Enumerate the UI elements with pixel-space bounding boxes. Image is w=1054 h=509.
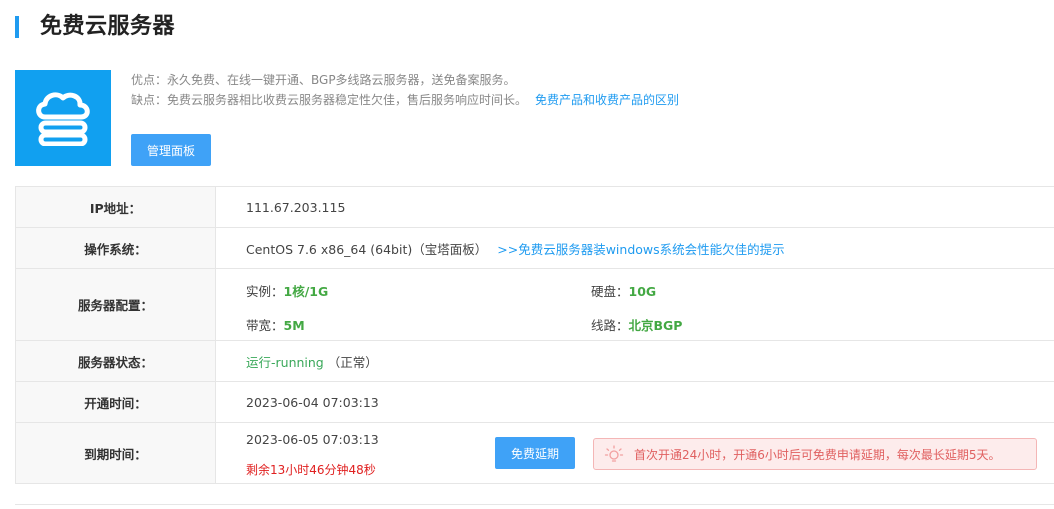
- os-label: 操作系统：: [15, 227, 216, 269]
- section-divider: [15, 504, 1054, 509]
- instance-value: 1核/1G: [283, 284, 329, 299]
- disk-spec: 硬盘：10G: [591, 281, 656, 300]
- manage-panel-button[interactable]: 管理面板: [131, 134, 211, 166]
- cons-text: 缺点：免费云服务器相比收费云服务器稳定性欠佳，售后服务响应时间长。 免费产品和收费…: [131, 92, 679, 108]
- expire-time-value: 2023-06-05 07:03:13: [246, 432, 379, 447]
- os-value: CentOS 7.6 x86_64 (64bit)（宝塔面板）: [246, 241, 488, 257]
- cloud-server-icon: [15, 70, 111, 166]
- config-label: 服务器配置：: [15, 268, 216, 341]
- remaining-time: 剩余13小时46分钟48秒: [246, 463, 376, 477]
- config-cell: 实例：1核/1G 硬盘：10G 带宽：5M 线路：北京BGP: [215, 268, 1054, 341]
- status-value: 运行-running: [246, 354, 324, 370]
- title-accent-bar: [15, 16, 19, 38]
- compare-products-link[interactable]: 免费产品和收费产品的区别: [535, 93, 679, 107]
- extend-tip-text: 首次开通24小时，开通6小时后可免费申请延期，每次最长延期5天。: [634, 447, 1001, 462]
- cons-label: 缺点：免费云服务器相比收费云服务器稳定性欠佳，售后服务响应时间长。: [131, 93, 528, 107]
- status-label: 服务器状态：: [15, 340, 216, 382]
- lightbulb-icon: [604, 445, 624, 462]
- line-label: 线路：: [591, 318, 629, 333]
- free-extend-button[interactable]: 免费延期: [495, 437, 575, 469]
- table-row: 操作系统： CentOS 7.6 x86_64 (64bit)（宝塔面板） >>免…: [15, 227, 1054, 269]
- expire-cell: 2023-06-05 07:03:13 剩余13小时46分钟48秒 免费延期 首…: [215, 422, 1054, 484]
- ip-value: 111.67.203.115: [215, 186, 1054, 228]
- ip-label: IP地址：: [15, 186, 216, 228]
- table-row: 服务器状态： 运行-running （正常）: [15, 340, 1054, 382]
- server-info-table: IP地址： 111.67.203.115 操作系统： CentOS 7.6 x8…: [15, 186, 1054, 484]
- open-time-label: 开通时间：: [15, 381, 216, 423]
- instance-label: 实例：: [246, 284, 284, 299]
- status-note: （正常）: [327, 354, 378, 370]
- table-row: 服务器配置： 实例：1核/1G 硬盘：10G 带宽：5M 线路：北京BGP: [15, 268, 1054, 341]
- line-value: 北京BGP: [628, 318, 683, 333]
- os-cell: CentOS 7.6 x86_64 (64bit)（宝塔面板） >>免费云服务器装…: [215, 227, 1054, 269]
- windows-performance-tip-link[interactable]: >>免费云服务器装windows系统会性能欠佳的提示: [497, 242, 784, 257]
- line-spec: 线路：北京BGP: [591, 315, 682, 334]
- status-cell: 运行-running （正常）: [215, 340, 1054, 382]
- instance-spec: 实例：1核/1G: [246, 281, 328, 300]
- page-title: 免费云服务器: [40, 14, 176, 39]
- disk-value: 10G: [628, 284, 657, 299]
- expire-time-label: 到期时间：: [15, 422, 216, 484]
- bandwidth-label: 带宽：: [246, 318, 284, 333]
- open-time-value: 2023-06-04 07:03:13: [215, 381, 1054, 423]
- extend-tip-box: 首次开通24小时，开通6小时后可免费申请延期，每次最长延期5天。: [593, 438, 1037, 470]
- table-row: IP地址： 111.67.203.115: [15, 186, 1054, 228]
- disk-label: 硬盘：: [591, 284, 629, 299]
- bandwidth-value: 5M: [283, 318, 305, 333]
- table-row: 开通时间： 2023-06-04 07:03:13: [15, 381, 1054, 423]
- table-row: 到期时间： 2023-06-05 07:03:13 剩余13小时46分钟48秒 …: [15, 422, 1054, 484]
- pros-text: 优点：永久免费、在线一键开通、BGP多线路云服务器，送免备案服务。: [131, 73, 516, 87]
- bandwidth-spec: 带宽：5M: [246, 315, 305, 334]
